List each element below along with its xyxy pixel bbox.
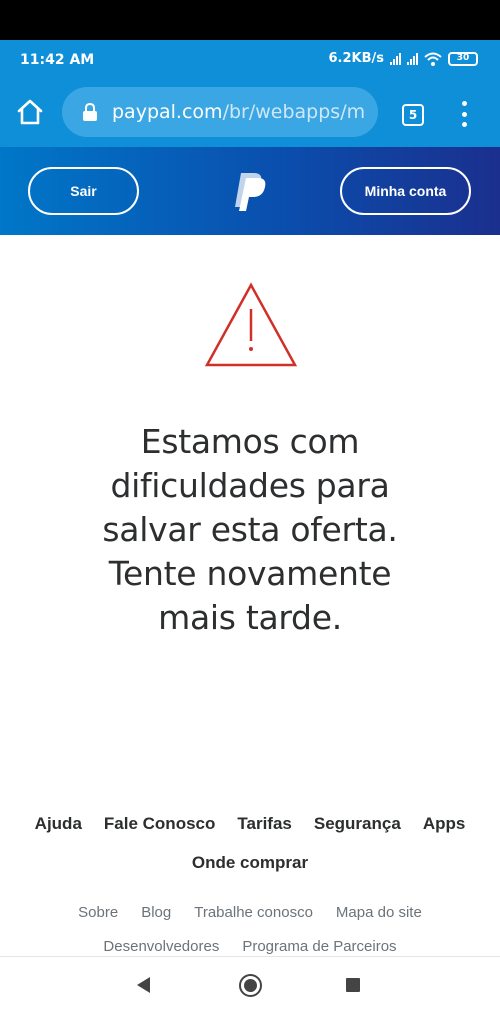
menu-icon[interactable] (458, 101, 470, 127)
footer-link-partners[interactable]: Programa de Parceiros (242, 937, 396, 957)
address-bar[interactable]: paypal.com/br/webapps/m (62, 87, 378, 137)
network-speed: 6.2KB/s (328, 51, 385, 66)
footer-link-where-to-buy[interactable]: Onde comprar (192, 851, 308, 875)
footer-link-contact[interactable]: Fale Conosco (104, 812, 215, 836)
footer-secondary-links: Sobre Blog Trabalhe conosco Mapa do site… (40, 903, 460, 957)
recents-icon[interactable] (346, 978, 360, 992)
url-text[interactable]: paypal.com/br/webapps/m (112, 101, 365, 123)
footer-primary-links: Ajuda Fale Conosco Tarifas Segurança App… (30, 812, 470, 875)
camera-notch-area (0, 0, 500, 40)
my-account-button[interactable]: Minha conta (340, 167, 471, 215)
footer-link-sitemap[interactable]: Mapa do site (336, 903, 422, 923)
battery-icon: 30 (448, 51, 478, 66)
message-line: dificuldades para (110, 466, 390, 505)
system-nav-bar (0, 956, 500, 1014)
message-line: Estamos com (140, 422, 360, 461)
signal-icon (390, 52, 401, 65)
home-circle-icon[interactable] (239, 974, 262, 997)
paypal-header: Sair Minha conta (0, 147, 500, 235)
error-message: Estamos com dificuldades para salvar est… (60, 420, 440, 640)
signal-icon (407, 52, 418, 65)
home-icon[interactable] (16, 98, 44, 126)
footer-link-developers[interactable]: Desenvolvedores (103, 937, 219, 957)
lock-icon (83, 103, 97, 121)
paypal-logo[interactable] (230, 169, 270, 213)
logout-button[interactable]: Sair (28, 167, 139, 215)
status-indicators: 6.2KB/s 30 (328, 51, 478, 66)
footer-link-apps[interactable]: Apps (423, 812, 466, 836)
wifi-icon (424, 52, 442, 66)
back-icon[interactable] (137, 977, 150, 993)
message-line: mais tarde. (158, 598, 342, 637)
warning-triangle-icon (204, 282, 298, 367)
footer-link-help[interactable]: Ajuda (35, 812, 82, 836)
url-path: /br/webapps/m (222, 101, 366, 123)
message-line: Tente novamente (108, 554, 392, 593)
footer-link-about[interactable]: Sobre (78, 903, 118, 923)
footer-link-careers[interactable]: Trabalhe conosco (194, 903, 313, 923)
status-time: 11:42 AM (20, 52, 95, 68)
tabs-button[interactable]: 5 (402, 104, 424, 126)
url-host: paypal.com (112, 101, 223, 123)
footer-link-blog[interactable]: Blog (141, 903, 171, 923)
browser-chrome: 11:42 AM 6.2KB/s 30 paypal.com/br/webapp… (0, 40, 500, 147)
footer-link-fees[interactable]: Tarifas (237, 812, 292, 836)
message-line: salvar esta oferta. (102, 510, 398, 549)
footer-link-security[interactable]: Segurança (314, 812, 401, 836)
